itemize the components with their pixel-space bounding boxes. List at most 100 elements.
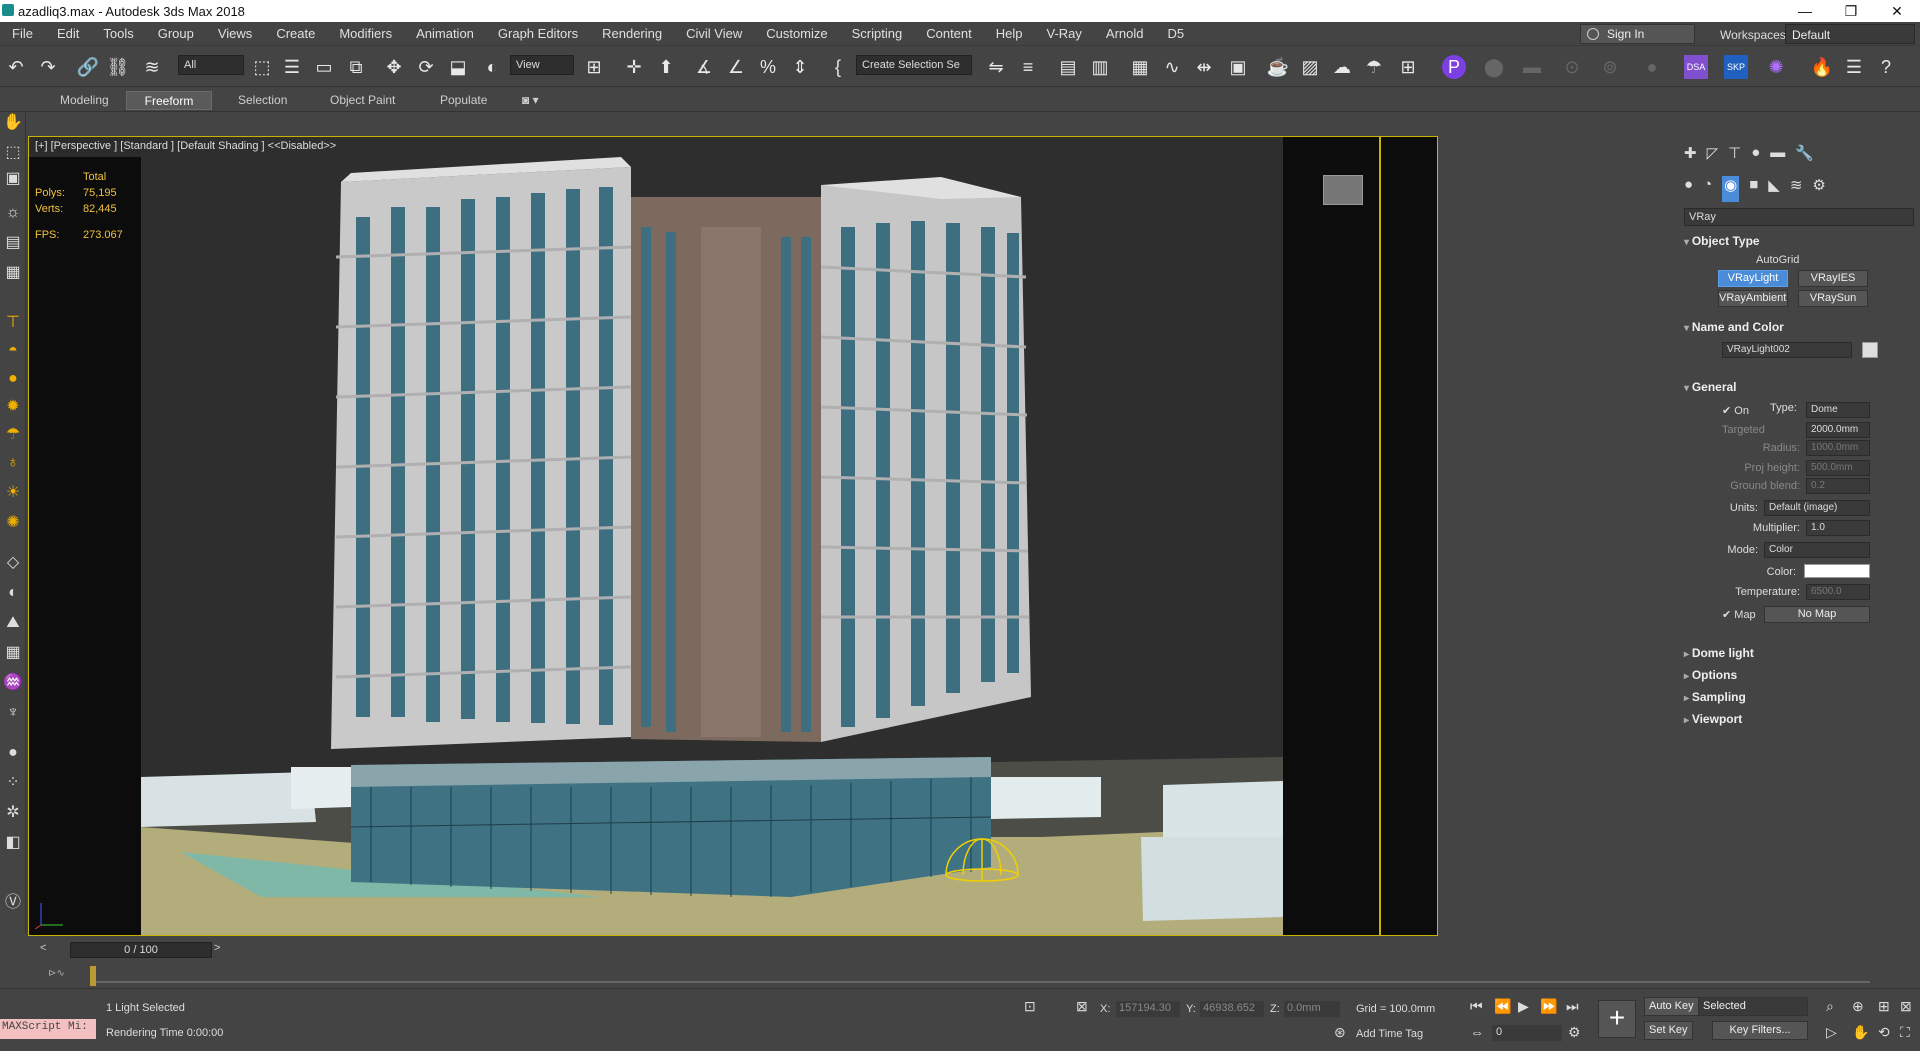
object-color-swatch[interactable] [1862, 342, 1878, 358]
proj-height-input[interactable]: 500.0mm [1806, 460, 1870, 476]
zoom-extents-all-icon[interactable]: ⊠ [1900, 998, 1912, 1015]
track-bar[interactable]: ⊳∿ [0, 962, 1920, 988]
goto-end-icon[interactable]: ⏭ [1566, 998, 1579, 1015]
menu-graph-editors[interactable]: Graph Editors [486, 26, 590, 41]
skp-plugin-icon[interactable]: SKP [1724, 55, 1748, 79]
grid-tool-icon[interactable]: ▦ [3, 643, 23, 663]
help-icon[interactable]: ? [1874, 55, 1898, 79]
menu-file[interactable]: File [0, 26, 45, 41]
selection-set-select[interactable]: Create Selection Se [856, 55, 972, 75]
proxy-tool-icon[interactable]: ◧ [3, 833, 23, 853]
object-name-input[interactable]: VRayLight002 [1722, 342, 1852, 358]
menu-rendering[interactable]: Rendering [590, 26, 674, 41]
viewport-rollout[interactable]: Viewport [1684, 712, 1914, 726]
percent-snap-icon[interactable]: % [756, 55, 780, 79]
modify-tab-icon[interactable]: ◸ [1707, 144, 1719, 170]
renderer-category-select[interactable]: VRay [1684, 208, 1914, 226]
vray-camera-icon[interactable]: ⊙ [1560, 55, 1584, 79]
y-coord-input[interactable]: 46938.652 [1200, 1001, 1264, 1017]
tab-object-paint[interactable]: Object Paint [320, 91, 405, 110]
key-mode-icon[interactable]: ⇔ [1470, 1024, 1484, 1040]
render-production-icon[interactable]: ☁ [1330, 55, 1354, 79]
display-tab-icon[interactable]: ▬ [1770, 144, 1785, 170]
render-activeshade-icon[interactable]: ⊞ [1396, 55, 1420, 79]
plugin-p-icon[interactable]: P [1442, 55, 1466, 79]
set-key-button[interactable]: Set Key [1644, 1021, 1693, 1040]
shapes-category-icon[interactable]: ◔ [1703, 176, 1712, 202]
ies-light-icon[interactable]: ✹ [3, 397, 23, 417]
autogrid-checkbox[interactable]: AutoGrid [1756, 254, 1799, 266]
cameras-category-icon[interactable]: ■ [1749, 176, 1758, 202]
key-filters-button[interactable]: Key Filters... [1712, 1021, 1808, 1040]
general-rollout[interactable]: General [1684, 380, 1914, 394]
z-coord-input[interactable]: 0.0mm [1284, 1001, 1340, 1017]
systems-category-icon[interactable]: ⚙ [1812, 176, 1825, 202]
ribbon-options-icon[interactable]: ◙ ▾ [512, 91, 549, 110]
options-rollout[interactable]: Options [1684, 668, 1914, 682]
undo-icon[interactable]: ↶ [4, 55, 28, 79]
spacewarps-category-icon[interactable]: ≋ [1790, 176, 1803, 202]
lights-category-icon[interactable]: ◉ [1722, 176, 1740, 202]
move-icon[interactable]: ✥ [382, 55, 406, 79]
maximize-viewport-icon[interactable]: ⛶ [1900, 1024, 1910, 1041]
spotlight-icon[interactable]: ⊤ [3, 313, 23, 333]
play-icon[interactable]: ▶ [1518, 998, 1529, 1015]
render-tool-icon[interactable]: ▦ [3, 263, 23, 283]
tab-freeform[interactable]: Freeform [126, 91, 212, 110]
placement-icon[interactable]: ◐ [480, 55, 504, 79]
map-checkbox[interactable]: ✔ Map [1722, 608, 1756, 621]
angle-snap-icon[interactable]: ∠ [724, 55, 748, 79]
vray-render-icon[interactable]: ⬤ [1482, 55, 1506, 79]
menu-animation[interactable]: Animation [404, 26, 486, 41]
window-crossing-icon[interactable]: ⧉ [344, 55, 368, 79]
menu-tools[interactable]: Tools [91, 26, 145, 41]
plugin-flame-icon[interactable]: 🔥 [1810, 55, 1834, 79]
add-time-tag[interactable]: Add Time Tag [1356, 1028, 1423, 1040]
ribbon-toggle-icon[interactable]: ▦ [1128, 55, 1152, 79]
geometry-category-icon[interactable]: ● [1684, 176, 1693, 202]
light-color-swatch[interactable] [1804, 564, 1870, 578]
vray-frame-icon[interactable]: ▬ [1520, 55, 1544, 79]
close-button[interactable]: ✕ [1874, 3, 1920, 20]
edit-named-sets-icon[interactable]: { [826, 55, 850, 79]
radius-input[interactable]: 1000.0mm [1806, 440, 1870, 456]
vray-logo-icon[interactable]: Ⓥ [3, 893, 23, 913]
umbrella-light-icon[interactable]: ☂ [3, 425, 23, 445]
paint-tool-icon[interactable]: ✋ [3, 113, 23, 133]
units-select[interactable]: Default (image) [1764, 500, 1870, 516]
scatter-tool-icon[interactable]: ✲ [3, 803, 23, 823]
camera-tool-icon[interactable]: ▤ [3, 233, 23, 253]
viewcube[interactable] [1323, 175, 1363, 205]
prev-key-icon[interactable]: ⏪ [1494, 998, 1511, 1015]
curve-editor-icon[interactable]: ∿ [1160, 55, 1184, 79]
scale-icon[interactable]: ⬓ [446, 55, 470, 79]
menu-vray[interactable]: V-Ray [1035, 26, 1094, 41]
ball-tool-icon[interactable]: ● [3, 743, 23, 763]
maximize-button[interactable]: ❐ [1828, 3, 1874, 20]
sign-in-button[interactable]: Sign In [1580, 24, 1695, 44]
name-color-rollout[interactable]: Name and Color [1684, 320, 1914, 334]
temperature-input[interactable]: 6500.0 [1806, 584, 1870, 600]
targeted-checkbox[interactable]: Targeted [1722, 424, 1765, 436]
zoom-icon[interactable]: ⌕ [1826, 998, 1834, 1015]
select-manipulate-icon[interactable]: ✛ [622, 55, 646, 79]
time-tag-icon[interactable]: ⊛ [1334, 1024, 1346, 1041]
menu-content[interactable]: Content [914, 26, 984, 41]
sphere-tool-icon[interactable]: ◐ [3, 583, 23, 603]
minimize-button[interactable]: — [1782, 3, 1828, 20]
isolate-selection-icon[interactable]: ⊡ [1024, 998, 1036, 1015]
type-select[interactable]: Dome [1806, 402, 1870, 418]
light-tool-icon[interactable]: ☼ [3, 203, 23, 223]
mode-select[interactable]: Color [1764, 542, 1870, 558]
fov-icon[interactable]: ▷ [1826, 1024, 1837, 1041]
water-tool-icon[interactable]: ♆ [3, 703, 23, 723]
material-editor-icon[interactable]: ▣ [1226, 55, 1250, 79]
targeted-input[interactable]: 2000.0mm [1806, 422, 1870, 438]
zoom-extents-icon[interactable]: ⊞ [1878, 998, 1890, 1015]
zoom-all-icon[interactable]: ⊕ [1852, 998, 1864, 1015]
terrain-tool-icon[interactable]: ⛰ [3, 613, 23, 633]
on-checkbox[interactable]: ✔ On [1722, 404, 1749, 417]
tab-modeling[interactable]: Modeling [50, 91, 119, 110]
menu-edit[interactable]: Edit [45, 26, 91, 41]
hierarchy-tab-icon[interactable]: ⊤ [1728, 144, 1741, 170]
